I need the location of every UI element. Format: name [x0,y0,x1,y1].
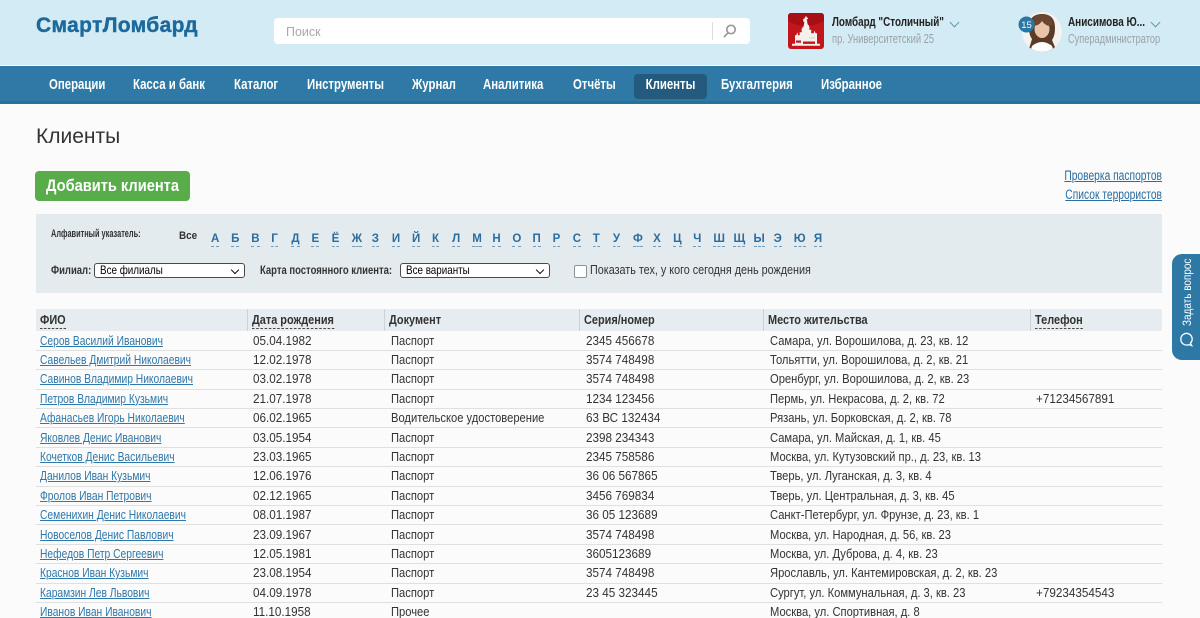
svg-text:15: 15 [1021,20,1032,31]
